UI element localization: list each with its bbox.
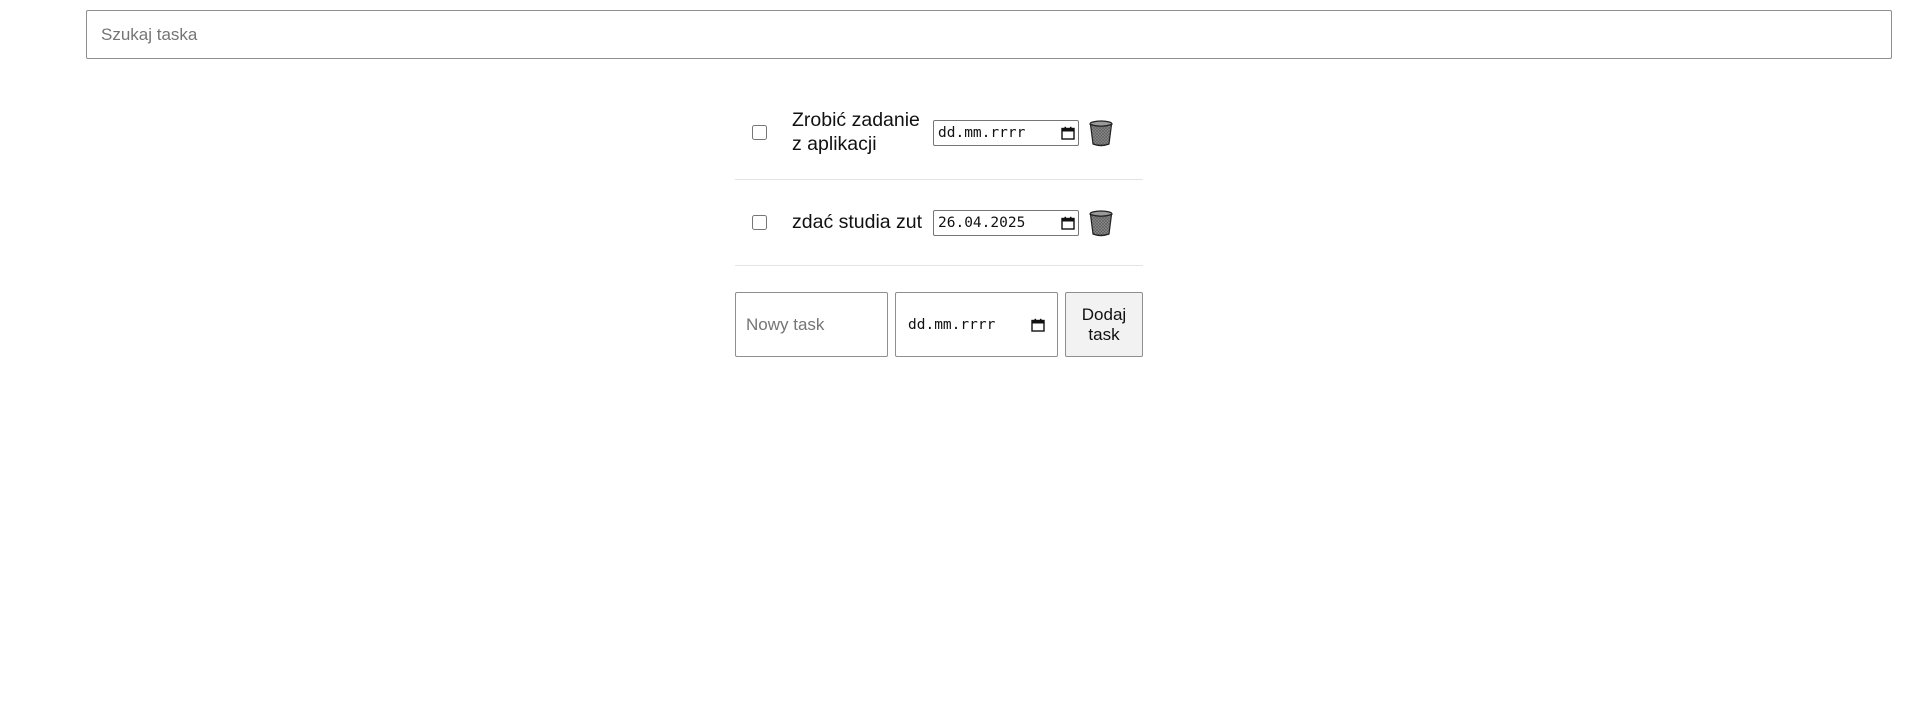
new-task-date-value: dd.mm.rrrr — [908, 316, 996, 333]
task-row: Zrobić zadanie z aplikacji dd.mm.rrrr — [735, 86, 1143, 180]
task-date-value: 26.04.2025 — [938, 214, 1026, 231]
task-title: zdać studia zut — [792, 210, 923, 233]
task-title: Zrobić zadanie z aplikacji — [792, 109, 920, 155]
task-date-input[interactable]: 26.04.2025 — [933, 209, 1079, 236]
task-list-container: Zrobić zadanie z aplikacji dd.mm.rrrr zd… — [735, 86, 1143, 357]
task-checkbox[interactable] — [752, 215, 767, 230]
calendar-icon[interactable] — [1031, 318, 1045, 332]
search-bar — [86, 10, 1892, 59]
add-task-form: dd.mm.rrrr Dodaj task — [735, 292, 1143, 357]
new-task-input[interactable] — [735, 292, 888, 357]
task-date-value: dd.mm.rrrr — [938, 124, 1026, 141]
task-checkbox[interactable] — [752, 125, 767, 140]
task-row: zdać studia zut 26.04.2025 — [735, 180, 1143, 266]
add-task-button[interactable]: Dodaj task — [1065, 292, 1143, 357]
search-input[interactable] — [86, 10, 1892, 59]
new-task-date-input[interactable]: dd.mm.rrrr — [895, 292, 1058, 357]
calendar-icon[interactable] — [1061, 216, 1075, 230]
trash-icon — [1089, 119, 1113, 146]
calendar-icon[interactable] — [1061, 126, 1075, 140]
trash-icon — [1089, 209, 1113, 236]
delete-task-button[interactable] — [1088, 209, 1114, 237]
task-date-input[interactable]: dd.mm.rrrr — [933, 119, 1079, 146]
delete-task-button[interactable] — [1088, 119, 1114, 147]
